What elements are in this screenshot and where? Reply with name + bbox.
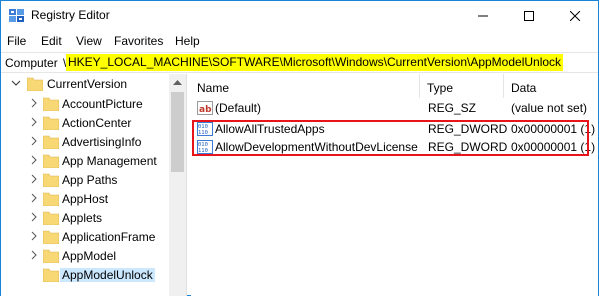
folder-icon — [43, 249, 59, 263]
chevron-right-icon[interactable] — [29, 154, 39, 166]
value-data: (value not set) — [511, 101, 588, 115]
tree-item-label: Applets — [62, 211, 103, 225]
value-name: (Default) — [215, 101, 262, 115]
tree-item[interactable]: App Management — [1, 151, 169, 171]
menu-edit[interactable]: Edit — [41, 34, 62, 48]
scroll-up-button[interactable] — [169, 74, 186, 91]
tree-item[interactable]: AdvertisingInfo — [1, 132, 169, 152]
window-title: Registry Editor — [31, 8, 110, 22]
tree-scrollbar[interactable] — [169, 74, 186, 296]
close-button[interactable] — [552, 1, 598, 31]
tree-item[interactable]: AppHost — [1, 189, 169, 209]
title-bar[interactable]: Registry Editor — [1, 1, 598, 31]
values-list-pane[interactable]: Name Type Data ab (Default) REG_SZ (valu… — [191, 74, 598, 296]
chevron-right-icon[interactable] — [29, 192, 39, 204]
key-tree-pane[interactable]: CurrentVersion AccountPicture ActionCente… — [1, 74, 187, 296]
column-header-type[interactable]: Type — [421, 74, 501, 98]
tree-item[interactable]: AppModelUnlock — [1, 265, 169, 285]
string-value-icon: ab — [197, 101, 213, 115]
menu-file[interactable]: File — [7, 34, 26, 48]
column-divider[interactable] — [419, 74, 420, 98]
registry-editor-app-icon — [9, 9, 24, 22]
scroll-thumb[interactable] — [171, 92, 184, 172]
chevron-down-icon[interactable] — [11, 77, 21, 89]
maximize-button[interactable] — [506, 1, 552, 31]
tree-item[interactable]: Applets — [1, 208, 169, 228]
value-row[interactable]: ab (Default) REG_SZ (value not set) — [191, 99, 598, 117]
folder-icon — [43, 173, 59, 187]
tree-item[interactable]: App Paths — [1, 170, 169, 190]
tree-item-label: AppModel — [62, 249, 117, 263]
tree-item[interactable]: ApplicationFrame — [1, 227, 169, 247]
address-root: Computer — [5, 56, 58, 70]
chevron-up-icon — [173, 79, 182, 85]
chevron-right-icon[interactable] — [29, 249, 39, 261]
folder-icon — [43, 135, 59, 149]
folder-icon — [43, 211, 59, 225]
tree-item[interactable]: AppModel — [1, 246, 169, 266]
column-header-data[interactable]: Data — [505, 74, 598, 98]
address-bar[interactable]: Computer \ HKEY_LOCAL_MACHINE\SOFTWARE\M… — [1, 52, 598, 73]
tree-item[interactable]: ActionCenter — [1, 113, 169, 133]
svg-text:ab: ab — [199, 105, 212, 115]
chevron-right-icon[interactable] — [29, 211, 39, 223]
folder-icon — [43, 192, 59, 206]
tree-item-label: ActionCenter — [62, 116, 132, 130]
column-header-name[interactable]: Name — [191, 74, 416, 98]
tree-item-currentversion[interactable]: CurrentVersion — [1, 74, 169, 94]
tree-item[interactable]: AccountPicture — [1, 94, 169, 114]
folder-icon — [43, 97, 59, 111]
close-icon — [570, 11, 580, 21]
tree-item-label: App Paths — [62, 173, 118, 187]
menu-favorites[interactable]: Favorites — [114, 34, 163, 48]
chevron-right-icon[interactable] — [29, 135, 39, 147]
tree-item-label: CurrentVersion — [47, 77, 128, 91]
folder-icon — [43, 268, 59, 282]
address-path[interactable]: HKEY_LOCAL_MACHINE\SOFTWARE\Microsoft\Wi… — [66, 54, 564, 71]
tree-item-label: ApplicationFrame — [62, 230, 156, 244]
chevron-right-icon[interactable] — [29, 97, 39, 109]
tree-item-label: AccountPicture — [62, 97, 143, 111]
folder-icon — [27, 77, 43, 91]
menu-bar: File Edit View Favorites Help — [1, 31, 598, 51]
column-divider[interactable] — [503, 74, 504, 98]
chevron-right-icon[interactable] — [29, 230, 39, 242]
tree-item-label: App Management — [62, 154, 157, 168]
tree-item-label: AppModelUnlock — [60, 268, 155, 282]
folder-icon — [43, 230, 59, 244]
menu-view[interactable]: View — [76, 34, 102, 48]
maximize-icon — [524, 11, 534, 21]
chevron-right-icon[interactable] — [29, 116, 39, 128]
chevron-right-icon[interactable] — [29, 173, 39, 185]
folder-icon — [43, 154, 59, 168]
minimize-icon — [478, 15, 488, 17]
registry-editor-window: Registry Editor File Edit View Favorites… — [0, 0, 599, 296]
annotation-highlight-box — [192, 120, 589, 156]
value-type: REG_SZ — [428, 101, 477, 115]
minimize-button[interactable] — [460, 1, 506, 31]
tree-item-label: AdvertisingInfo — [62, 135, 142, 149]
menu-help[interactable]: Help — [175, 34, 200, 48]
tree-item-label: AppHost — [62, 192, 109, 206]
folder-icon — [43, 116, 59, 130]
